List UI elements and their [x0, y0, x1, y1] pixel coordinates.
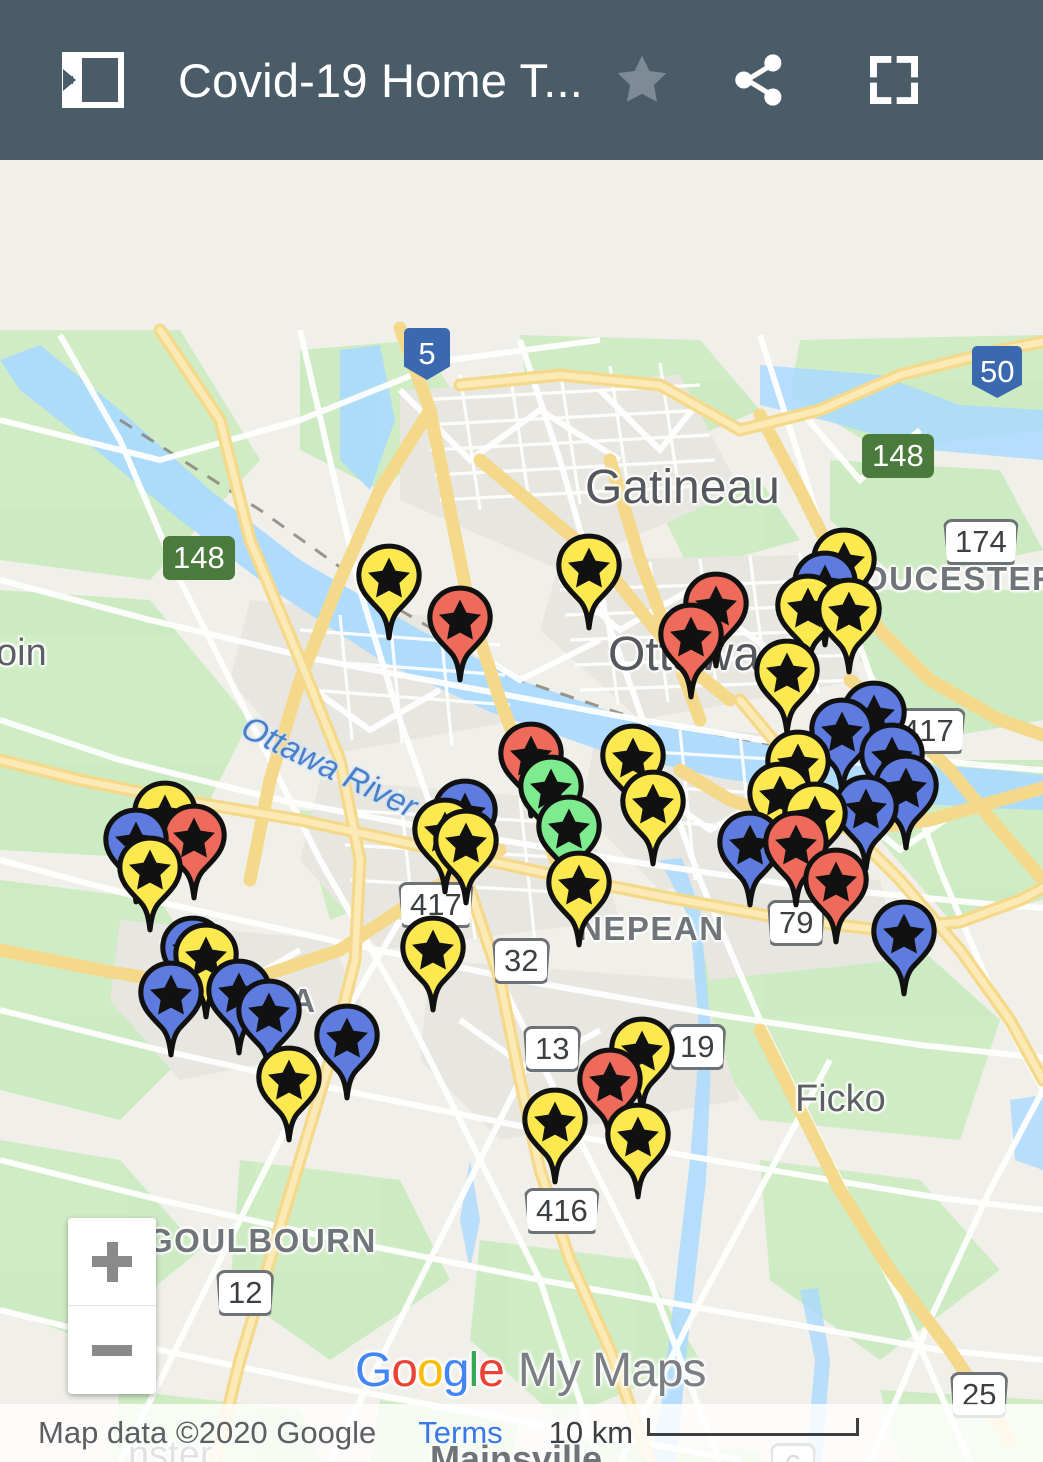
map-marker-yellow[interactable]: [602, 1102, 674, 1200]
open-in-app-icon[interactable]: [62, 52, 124, 108]
zoom-controls[interactable]: [68, 1218, 156, 1394]
map-viewport[interactable]: GatineauOttawaFickooinNEPEANOUCESTERTAGO…: [0, 160, 1043, 1462]
star-icon[interactable]: [611, 50, 673, 110]
partial-map-label: Mainsville: [430, 1438, 603, 1462]
map-marker-yellow[interactable]: [553, 533, 625, 631]
scale-bar: [647, 1418, 860, 1436]
map-marker-yellow[interactable]: [353, 543, 425, 641]
map-marker-yellow[interactable]: [397, 915, 469, 1013]
app-header: Covid-19 Home T...: [0, 0, 1043, 160]
zoom-in-button[interactable]: [68, 1218, 156, 1306]
map-marker-yellow[interactable]: [543, 850, 615, 948]
map-marker-yellow[interactable]: [813, 577, 885, 675]
map-marker-yellow[interactable]: [253, 1045, 325, 1143]
map-marker-red[interactable]: [424, 585, 496, 683]
share-icon[interactable]: [725, 48, 793, 112]
page-title: Covid-19 Home T...: [178, 53, 584, 107]
map-marker-blue[interactable]: [135, 960, 207, 1058]
map-marker-yellow[interactable]: [430, 808, 502, 906]
map-marker-blue[interactable]: [868, 899, 940, 997]
map-marker-yellow[interactable]: [519, 1087, 591, 1185]
map-data-attribution: Map data ©2020 Google: [38, 1415, 377, 1450]
map-marker-red[interactable]: [655, 602, 727, 700]
my-maps-viewer: Covid-19 Home T... Gatineau Ficko oin NE…: [0, 0, 1043, 1462]
zoom-out-button[interactable]: [68, 1306, 156, 1394]
map-marker-yellow[interactable]: [617, 769, 689, 867]
fullscreen-icon[interactable]: [857, 48, 931, 112]
map-marker-red[interactable]: [800, 847, 872, 945]
